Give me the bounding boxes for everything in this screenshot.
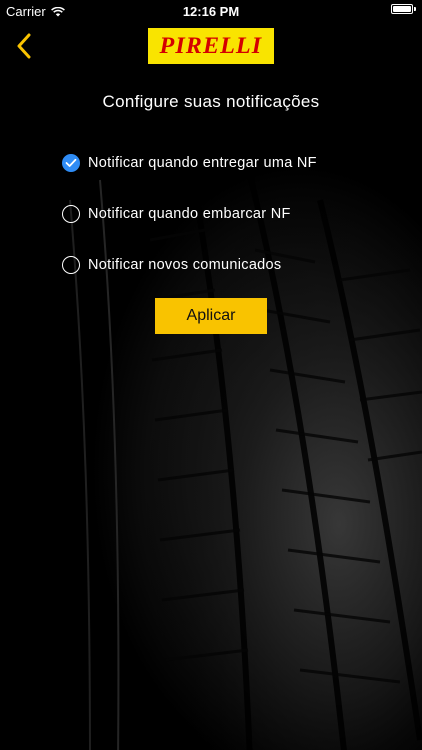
- option-label: Notificar quando embarcar NF: [88, 206, 291, 222]
- battery-icon: [391, 4, 413, 14]
- option-notify-announcements[interactable]: Notificar novos comunicados: [62, 253, 281, 277]
- option-label: Notificar novos comunicados: [88, 257, 282, 273]
- checkbox-unchecked-icon[interactable]: [62, 205, 80, 223]
- checkbox-checked-icon[interactable]: [62, 154, 80, 172]
- nav-bar: PIRELLI: [0, 22, 422, 70]
- checkbox-unchecked-icon[interactable]: [62, 256, 80, 274]
- logo-text: PIRELLI: [159, 33, 263, 58]
- notifications-screen: Carrier 12:16 PM PIRELLI Configure suas …: [0, 0, 422, 750]
- tire-background-image: [69, 140, 422, 750]
- option-label: Notificar quando entregar uma NF: [88, 155, 317, 171]
- status-right: [391, 4, 416, 14]
- apply-button[interactable]: Aplicar: [155, 298, 267, 334]
- page-title: Configure suas notificações: [102, 92, 320, 111]
- chevron-left-icon: [17, 33, 31, 59]
- status-time: 12:16 PM: [182, 4, 240, 19]
- status-bar: Carrier 12:16 PM: [0, 0, 422, 22]
- option-notify-delivery[interactable]: Notificar quando entregar uma NF: [62, 151, 317, 175]
- back-button[interactable]: [10, 30, 38, 62]
- battery-tip: [414, 7, 416, 11]
- pirelli-logo: PIRELLI: [148, 28, 274, 64]
- option-notify-shipment[interactable]: Notificar quando embarcar NF: [62, 202, 291, 226]
